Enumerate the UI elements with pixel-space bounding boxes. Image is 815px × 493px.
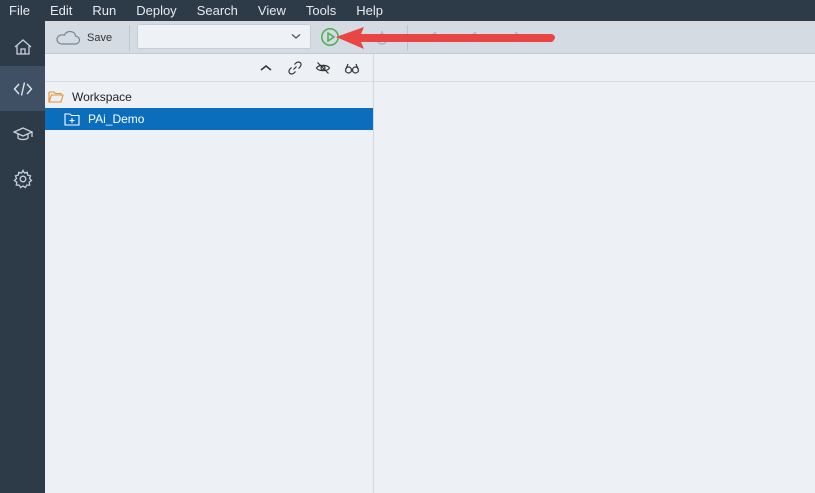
collapse-icon[interactable] [258, 60, 274, 76]
menu-bar: File Edit Run Deploy Search View Tools H… [0, 0, 815, 21]
menu-edit[interactable]: Edit [50, 0, 72, 21]
menu-search[interactable]: Search [197, 0, 238, 21]
home-icon [14, 38, 31, 55]
editor-tab-bar [374, 54, 815, 82]
sidebar-item-learning[interactable] [0, 111, 45, 156]
chevron-down-icon [291, 34, 301, 39]
run-configuration-select[interactable] [137, 24, 311, 49]
tree-item-pai-demo[interactable]: PAi_Demo [45, 108, 374, 130]
save-button[interactable]: Save [55, 27, 112, 49]
explorer-toolbar [45, 54, 374, 82]
sidebar-item-home[interactable] [0, 24, 45, 69]
menu-view[interactable]: View [258, 0, 286, 21]
side-nav [0, 21, 45, 493]
tree-item-label: Workspace [72, 90, 132, 104]
folder-open-icon [48, 91, 64, 103]
project-folder-icon [64, 113, 80, 126]
glasses-icon[interactable] [344, 60, 360, 76]
hide-icon[interactable] [315, 60, 331, 76]
cloud-icon [56, 30, 81, 45]
menu-file[interactable]: File [9, 0, 30, 21]
panel-divider[interactable] [373, 54, 374, 493]
save-label: Save [87, 32, 113, 44]
menu-tools[interactable]: Tools [306, 0, 336, 21]
toolbar-separator [129, 25, 130, 51]
annotation-arrow [336, 27, 555, 49]
code-icon [13, 81, 32, 96]
link-icon[interactable] [287, 60, 303, 76]
menu-run[interactable]: Run [92, 0, 116, 21]
tree-item-label: PAi_Demo [88, 112, 145, 126]
sidebar-item-development[interactable] [0, 66, 45, 111]
menu-help[interactable]: Help [356, 0, 383, 21]
learning-icon [12, 126, 33, 140]
sidebar-item-settings[interactable] [0, 156, 45, 201]
tree-item-workspace[interactable]: Workspace [45, 86, 374, 108]
menu-deploy[interactable]: Deploy [136, 0, 176, 21]
gear-icon [13, 168, 32, 189]
workspace-tree: Workspace PAi_Demo [45, 86, 374, 130]
